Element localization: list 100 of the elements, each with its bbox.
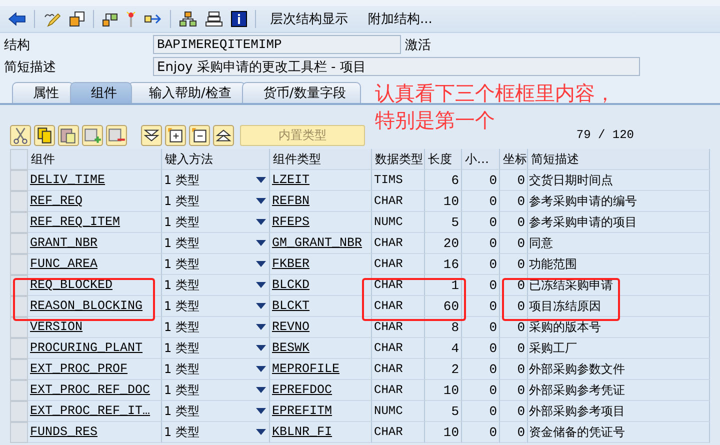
- delete-row-icon[interactable]: [106, 124, 127, 146]
- copy-object-icon[interactable]: [69, 11, 85, 27]
- table-cell[interactable]: GM_GRANT_NBR: [270, 233, 372, 254]
- table-cell[interactable]: EXT_PROC_REF_DOC: [28, 380, 162, 401]
- dropdown-icon[interactable]: [256, 177, 266, 183]
- table-cell: 5: [425, 401, 462, 422]
- table-cell: 参考采购申请的项目: [528, 212, 710, 233]
- table-cell: 0: [462, 359, 500, 380]
- column-header[interactable]: 长度: [425, 149, 462, 170]
- paste-icon[interactable]: [58, 124, 79, 146]
- column-header[interactable]: 简短描述: [528, 149, 710, 170]
- table-cell: 1 类型: [164, 192, 200, 210]
- field-label: 简短描述: [3, 58, 57, 76]
- back-icon[interactable]: [8, 12, 26, 26]
- description-field[interactable]: Enjoy 采购申请的更改工具栏 - 项目: [153, 57, 640, 76]
- tab[interactable]: 货币/数量字段: [242, 82, 361, 103]
- dropdown-icon[interactable]: [256, 429, 266, 435]
- spark-icon[interactable]: [126, 11, 136, 27]
- table-cell[interactable]: FUNC_AREA: [28, 254, 162, 275]
- table-cell[interactable]: LZEIT: [270, 170, 372, 191]
- table-cell[interactable]: VERSION: [28, 317, 162, 338]
- dropdown-icon[interactable]: [256, 219, 266, 225]
- table-cell[interactable]: FKBER: [270, 254, 372, 275]
- table-cell[interactable]: BLCKT: [270, 296, 372, 317]
- table-cell[interactable]: FUNDS_RES: [28, 422, 162, 443]
- table-cell: 功能范围: [528, 254, 710, 275]
- column-header[interactable]: 数据类型: [372, 149, 425, 170]
- table-cell[interactable]: BESWK: [270, 338, 372, 359]
- column-header[interactable]: 键入方法: [162, 149, 270, 170]
- table-cell: 0: [500, 422, 528, 443]
- dropdown-icon[interactable]: [256, 345, 266, 351]
- table-cell[interactable]: REF_REQ_ITEM: [28, 212, 162, 233]
- dropdown-icon[interactable]: [256, 303, 266, 309]
- table-cell: 外部采购参考项目: [528, 401, 710, 422]
- scissors-icon[interactable]: [10, 124, 31, 146]
- row-selector[interactable]: [10, 317, 28, 338]
- tab[interactable]: 组件: [70, 82, 132, 103]
- table-cell[interactable]: EPREFDOC: [270, 380, 372, 401]
- tab[interactable]: 属性: [12, 82, 74, 103]
- column-header[interactable]: 组件: [28, 149, 162, 170]
- table-cell: 0: [500, 254, 528, 275]
- dropdown-icon[interactable]: [256, 198, 266, 204]
- table-cell: 0: [462, 401, 500, 422]
- table-cell: 1 类型: [164, 340, 200, 356]
- copy-icon[interactable]: [34, 124, 55, 146]
- table-cell[interactable]: EXT_PROC_REF_IT…: [28, 401, 162, 422]
- tab[interactable]: 输入帮助/检查: [128, 82, 246, 103]
- table-cell: 1 类型: [164, 382, 200, 398]
- table-cell: 0: [462, 254, 500, 275]
- column-header[interactable]: 组件类型: [270, 149, 372, 170]
- info-icon[interactable]: [231, 11, 247, 27]
- table-cell[interactable]: DELIV_TIME: [28, 170, 162, 191]
- table-cell[interactable]: REF_REQ: [28, 191, 162, 212]
- where-used-icon[interactable]: [102, 11, 118, 27]
- dropdown-icon[interactable]: [256, 387, 266, 393]
- dropdown-icon[interactable]: [256, 408, 266, 414]
- table-cell: 参考采购申请的编号: [528, 191, 710, 212]
- expand-up-icon[interactable]: [213, 124, 234, 146]
- hierarchy-icon[interactable]: [179, 11, 197, 27]
- column-header[interactable]: 坐标: [500, 149, 528, 170]
- table-cell[interactable]: MEPROFILE: [270, 359, 372, 380]
- dropdown-icon[interactable]: [256, 261, 266, 267]
- table-cell: 60: [425, 296, 462, 317]
- table-cell: 0: [500, 359, 528, 380]
- table-cell[interactable]: REVNO: [270, 317, 372, 338]
- dropdown-icon[interactable]: [256, 324, 266, 330]
- table-cell: 1: [425, 275, 462, 296]
- table-cell: CHAR: [372, 296, 425, 317]
- table-cell: 0: [462, 380, 500, 401]
- table-cell[interactable]: EPREFITM: [270, 401, 372, 422]
- table-cell: TIMS: [372, 170, 425, 191]
- table-cell: 1 类型: [164, 424, 200, 440]
- insert-field-icon[interactable]: [165, 124, 186, 146]
- table-cell: 5: [425, 212, 462, 233]
- dropdown-icon[interactable]: [256, 366, 266, 372]
- table-cell: 0: [500, 212, 528, 233]
- table-cell[interactable]: GRANT_NBR: [28, 233, 162, 254]
- stack-icon[interactable]: [205, 11, 223, 27]
- column-header[interactable]: 小…: [462, 149, 500, 170]
- table-cell: 0: [500, 191, 528, 212]
- table-cell[interactable]: REQ_BLOCKED: [28, 275, 162, 296]
- table-cell: CHAR: [372, 191, 425, 212]
- table-cell[interactable]: RFEPS: [270, 212, 372, 233]
- table-cell[interactable]: REASON_BLOCKING: [28, 296, 162, 317]
- table-cell: 0: [500, 296, 528, 317]
- insert-row-icon[interactable]: [82, 124, 103, 146]
- dropdown-icon[interactable]: [256, 240, 266, 246]
- collapse-down-icon[interactable]: [141, 124, 162, 146]
- toolbar-button[interactable]: 附加结构...: [362, 10, 438, 28]
- remove-field-icon[interactable]: [189, 124, 210, 146]
- table-cell[interactable]: KBLNR_FI: [270, 422, 372, 443]
- table-cell: 交货日期时间点: [528, 170, 710, 191]
- table-cell[interactable]: BLCKD: [270, 275, 372, 296]
- table-cell: 0: [500, 380, 528, 401]
- toolbar-button[interactable]: 层次结构显示: [264, 10, 354, 28]
- table-cell[interactable]: REFBN: [270, 191, 372, 212]
- dropdown-icon[interactable]: [256, 282, 266, 288]
- structure-field[interactable]: BAPIMEREQITEMIMP: [153, 35, 401, 54]
- table-cell[interactable]: EXT_PROC_PROF: [28, 359, 162, 380]
- table-cell[interactable]: PROCURING_PLANT: [28, 338, 162, 359]
